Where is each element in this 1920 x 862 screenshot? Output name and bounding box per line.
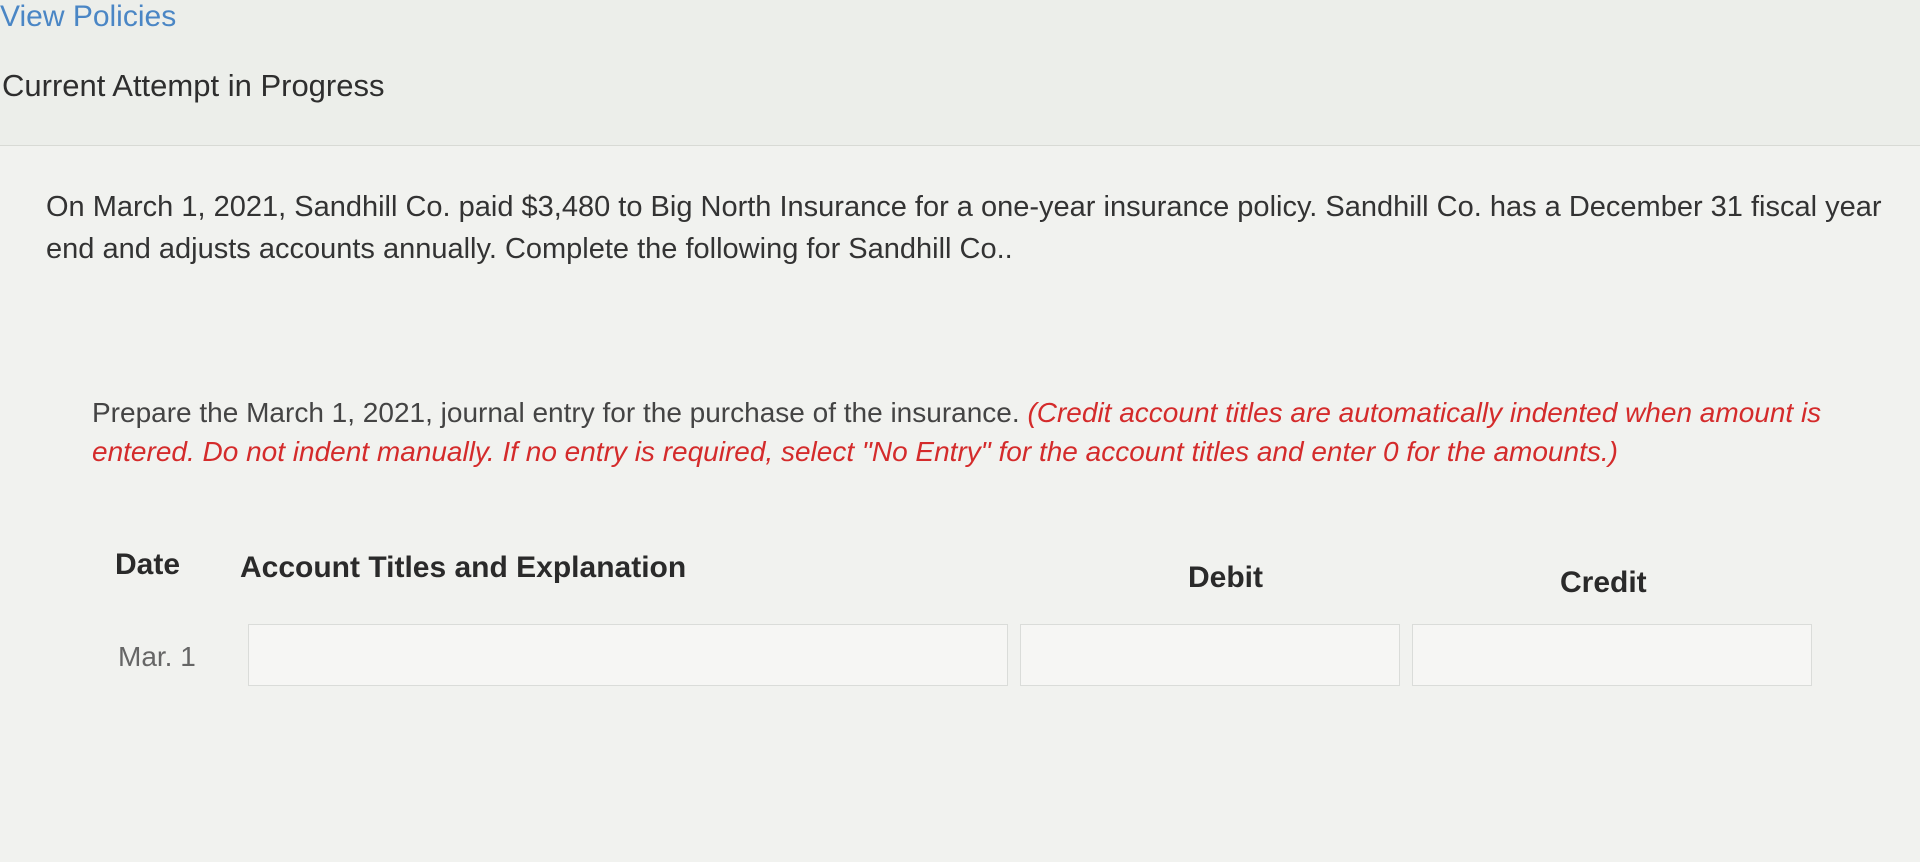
instruction-text: Prepare the March 1, 2021, journal entry…: [92, 393, 1872, 471]
page: View Policies Current Attempt in Progres…: [0, 0, 1920, 862]
instruction-main: Prepare the March 1, 2021, journal entry…: [92, 397, 1028, 428]
debit-field[interactable]: [1020, 624, 1400, 686]
journal-row-date: Mar. 1: [118, 641, 196, 672]
question-panel: On March 1, 2021, Sandhill Co. paid $3,4…: [0, 145, 1920, 862]
column-header-date: Date: [115, 548, 181, 581]
account-title-field[interactable]: [248, 624, 1008, 686]
column-header-account: Account Titles and Explanation: [240, 551, 687, 584]
view-policies-link[interactable]: View Policies: [0, 0, 176, 34]
column-header-credit: Credit: [1560, 566, 1647, 599]
problem-statement: On March 1, 2021, Sandhill Co. paid $3,4…: [46, 191, 1882, 265]
column-header-debit: Debit: [1188, 561, 1263, 594]
attempt-status: Current Attempt in Progress: [2, 68, 385, 103]
credit-field[interactable]: [1412, 624, 1812, 686]
